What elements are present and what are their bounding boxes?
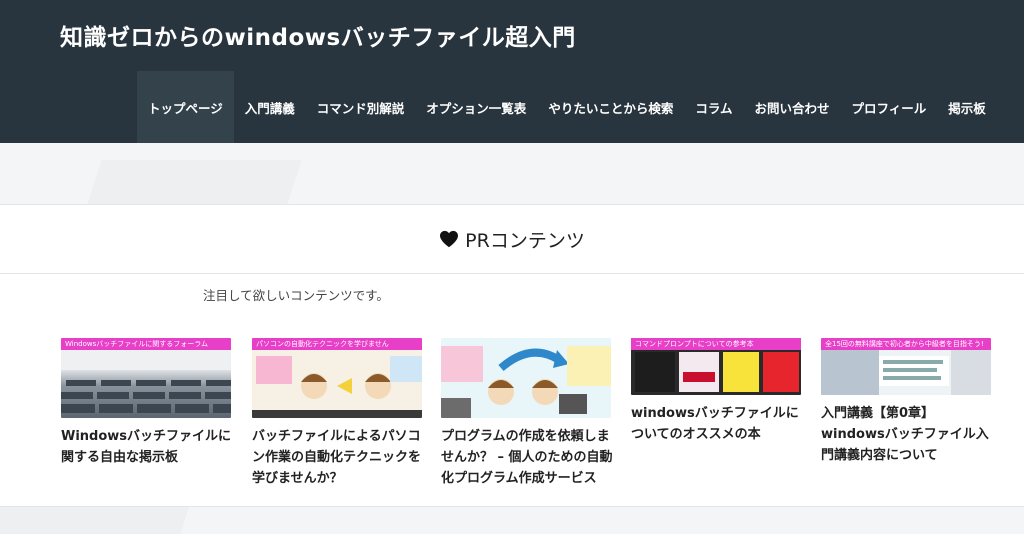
- card-thumbnail-automation[interactable]: パソコンの自動化テクニックを学びません: [252, 338, 422, 418]
- card-title-books[interactable]: windowsバッチファイルについてのオススメの本: [631, 403, 805, 445]
- pr-header: PRコンテンツ: [0, 205, 1024, 274]
- pr-description: 注目して欲しいコンテンツです。: [203, 288, 389, 303]
- pr-card[interactable]: コマンドプロンプトについての参考本 windowsバッチファイルについてのオスス…: [631, 338, 801, 445]
- card-title-forum[interactable]: Windowsバッチファイルに関する自由な掲示板: [61, 426, 235, 468]
- nav-item-column[interactable]: コラム: [684, 71, 743, 143]
- course-image: [821, 350, 991, 395]
- card-thumbnail-books[interactable]: コマンドプロンプトについての参考本: [631, 338, 801, 395]
- nav-item-options[interactable]: オプション一覧表: [415, 71, 537, 143]
- pr-card[interactable]: パソコンの自動化テクニックを学びません バッチファイルによるパソコン作業の自動化…: [252, 338, 422, 489]
- pr-title: PRコンテンツ: [465, 229, 585, 252]
- main-nav: トップページ 入門講義 コマンド別解説 オプション一覧表 やりたいことから検索 …: [137, 71, 997, 143]
- heart-icon: [440, 230, 459, 248]
- nav-item-commands[interactable]: コマンド別解説: [306, 71, 416, 143]
- card-title-automation[interactable]: バッチファイルによるパソコン作業の自動化テクニックを学びませんか？: [252, 426, 426, 489]
- card-thumbnail-course[interactable]: 全15回の無料講座で初心者から中級者を目指そう!: [821, 338, 991, 395]
- card-title-course[interactable]: 入門講義【第0章】windowsバッチファイル入門講義内容について: [821, 403, 995, 466]
- site-header: 知識ゼロからのwindowsバッチファイル超入門 トップページ 入門講義 コマン…: [0, 0, 1024, 143]
- character-illustration: [252, 356, 422, 418]
- pr-card[interactable]: 全15回の無料講座で初心者から中級者を目指そう! 入門講義【第0章】window…: [821, 338, 991, 466]
- card-title-service[interactable]: プログラムの作成を依頼しませんか？ – 個人のための自動化プログラム作成サービス: [441, 426, 615, 489]
- nav-item-intro[interactable]: 入門講義: [234, 71, 306, 143]
- nav-item-forum[interactable]: 掲示板: [937, 71, 997, 143]
- nav-item-contact[interactable]: お問い合わせ: [743, 71, 840, 143]
- site-title[interactable]: 知識ゼロからのwindowsバッチファイル超入門: [60, 18, 576, 52]
- card-thumbnail-service[interactable]: [441, 338, 611, 418]
- service-illustration: [441, 346, 611, 418]
- card-thumbnail-forum[interactable]: Windowsバッチファイルに関するフォーラム: [61, 338, 231, 418]
- books-image: [635, 352, 799, 392]
- nav-item-top[interactable]: トップページ: [137, 71, 234, 143]
- pr-card[interactable]: Windowsバッチファイルに関するフォーラム Windowsバッチファイルに関…: [61, 338, 231, 468]
- nav-item-profile[interactable]: プロフィール: [840, 71, 937, 143]
- nav-item-search-by-task[interactable]: やりたいことから検索: [537, 71, 684, 143]
- classroom-image: [61, 350, 231, 413]
- pr-card[interactable]: プログラムの作成を依頼しませんか？ – 個人のための自動化プログラム作成サービス: [441, 338, 613, 489]
- pr-section: PRコンテンツ 注目して欲しいコンテンツです。 Windowsバッチファイルに関…: [0, 204, 1024, 507]
